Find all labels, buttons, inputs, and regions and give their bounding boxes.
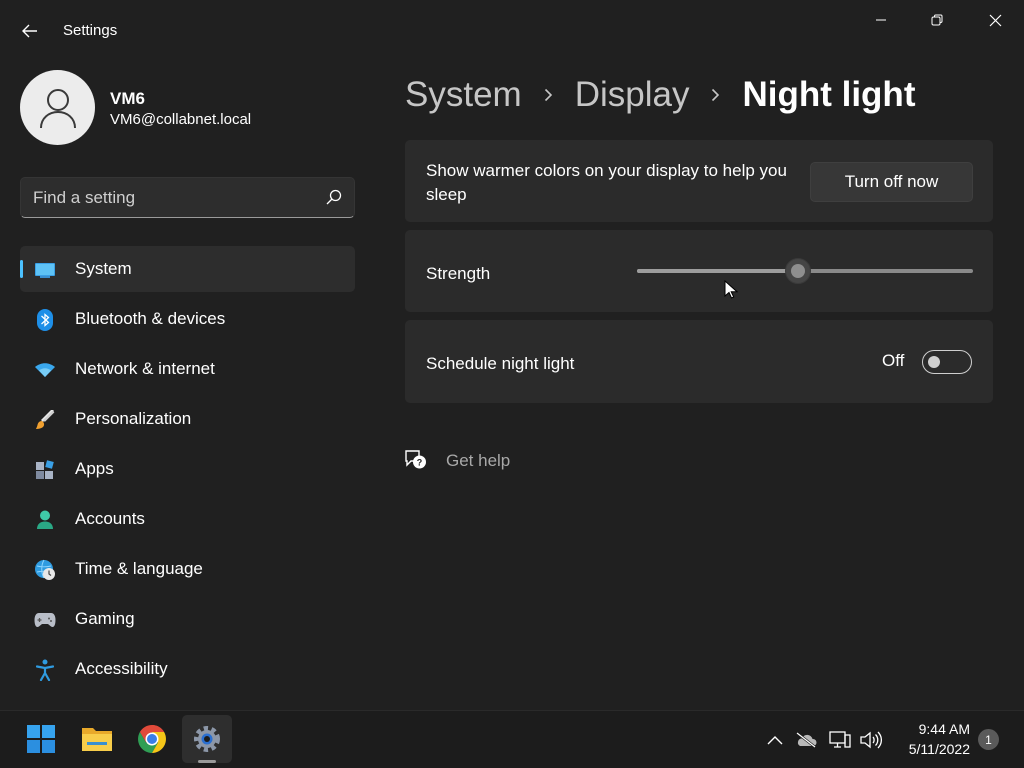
- page-title: Night light: [742, 75, 916, 114]
- settings-icon: [194, 726, 220, 752]
- chevron-up-icon: [767, 736, 783, 745]
- breadcrumb-system[interactable]: System: [405, 75, 522, 115]
- turn-off-now-button[interactable]: Turn off now: [810, 162, 973, 202]
- strength-label: Strength: [426, 264, 491, 283]
- sidebar-item-label: System: [75, 259, 132, 278]
- close-button[interactable]: [972, 6, 1018, 34]
- accessibility-icon: [34, 659, 56, 681]
- slider-thumb[interactable]: [785, 258, 812, 284]
- wifi-icon: [34, 359, 56, 381]
- arrow-left-icon: [22, 24, 37, 38]
- schedule-toggle[interactable]: [922, 350, 972, 374]
- sidebar-item-label: Accounts: [75, 509, 145, 528]
- chevron-right-icon: [711, 88, 720, 102]
- sidebar-item-personalization[interactable]: Personalization: [20, 396, 355, 442]
- sidebar-item-network[interactable]: Network & internet: [20, 346, 355, 392]
- chevron-right-icon: [544, 88, 553, 102]
- system-icon: [34, 259, 56, 281]
- sidebar-item-gaming[interactable]: Gaming: [20, 596, 355, 642]
- get-help-link[interactable]: Get help: [446, 451, 510, 471]
- start-button[interactable]: [16, 715, 66, 763]
- bluetooth-icon: [34, 309, 56, 331]
- toggle-knob: [928, 356, 940, 368]
- app-title: Settings: [63, 22, 118, 39]
- restore-icon: [931, 14, 943, 26]
- apps-icon: [34, 459, 56, 481]
- slider-fill: [637, 269, 799, 273]
- toggle-state-label: Off: [882, 351, 905, 370]
- sidebar-nav: System Bluetooth & devices Network & int…: [20, 246, 355, 696]
- sidebar-item-apps[interactable]: Apps: [20, 446, 355, 492]
- schedule-card: Schedule night light Off: [405, 320, 993, 403]
- volume-icon: [860, 731, 882, 749]
- sidebar-item-label: Apps: [75, 459, 114, 478]
- sidebar-item-label: Network & internet: [75, 359, 215, 378]
- breadcrumb: System Display Night light: [405, 73, 915, 117]
- title-bar: Settings: [0, 0, 1024, 60]
- network-icon: [829, 731, 851, 748]
- close-icon: [989, 14, 1001, 26]
- sidebar-item-label: Gaming: [75, 609, 135, 628]
- back-button[interactable]: [14, 16, 46, 46]
- strength-slider[interactable]: [637, 258, 973, 284]
- cloud-offline-icon: [796, 732, 817, 748]
- help-icon[interactable]: ?: [403, 447, 429, 473]
- avatar[interactable]: [20, 70, 95, 145]
- network-button[interactable]: [828, 729, 852, 751]
- sidebar-item-accessibility[interactable]: Accessibility: [20, 646, 355, 692]
- notification-badge[interactable]: 1: [978, 729, 999, 750]
- minimize-icon: [876, 19, 886, 21]
- slider-thumb-center: [791, 264, 806, 278]
- settings-button[interactable]: [182, 715, 232, 763]
- clock-date[interactable]: 5/11/2022: [896, 741, 970, 757]
- accounts-icon: [34, 509, 56, 531]
- minimize-button[interactable]: [858, 6, 904, 34]
- chrome-icon: [138, 725, 166, 753]
- search-input[interactable]: [33, 186, 313, 210]
- brush-icon: [34, 409, 56, 431]
- mouse-cursor-icon: [724, 280, 738, 299]
- restore-button[interactable]: [914, 6, 960, 34]
- search-icon[interactable]: [326, 189, 342, 205]
- sidebar-item-label: Personalization: [75, 409, 192, 428]
- sidebar-item-accounts[interactable]: Accounts: [20, 496, 355, 542]
- night-light-description-card: Show warmer colors on your display to he…: [405, 140, 993, 222]
- file-explorer-button[interactable]: [72, 715, 122, 763]
- clock-time[interactable]: 9:44 AM: [900, 721, 970, 737]
- user-email: VM6@collabnet.local: [110, 111, 252, 128]
- sidebar-item-time-language[interactable]: Time & language: [20, 546, 355, 592]
- file-explorer-icon: [82, 728, 112, 751]
- sidebar-item-label: Bluetooth & devices: [75, 309, 226, 328]
- chrome-button[interactable]: [127, 715, 177, 763]
- search-box[interactable]: [20, 177, 355, 218]
- gamepad-icon: [34, 609, 56, 631]
- globe-clock-icon: [34, 559, 56, 581]
- sidebar-item-bluetooth[interactable]: Bluetooth & devices: [20, 296, 355, 342]
- sidebar-item-system[interactable]: System: [20, 246, 355, 292]
- schedule-label: Schedule night light: [426, 354, 575, 373]
- user-name: VM6: [110, 89, 145, 108]
- show-hidden-icons-button[interactable]: [763, 729, 787, 751]
- svg-text:?: ?: [417, 458, 423, 468]
- onedrive-button[interactable]: [794, 729, 818, 751]
- breadcrumb-display[interactable]: Display: [575, 75, 690, 115]
- start-icon: [27, 725, 55, 753]
- night-light-description: Show warmer colors on your display to he…: [426, 161, 787, 204]
- sidebar-item-label: Accessibility: [75, 659, 168, 678]
- sidebar-item-label: Time & language: [75, 559, 203, 578]
- volume-button[interactable]: [859, 729, 883, 751]
- taskbar: 9:44 AM 5/11/2022 1: [0, 710, 1024, 768]
- user-icon: [39, 88, 76, 128]
- strength-card: Strength: [405, 230, 993, 312]
